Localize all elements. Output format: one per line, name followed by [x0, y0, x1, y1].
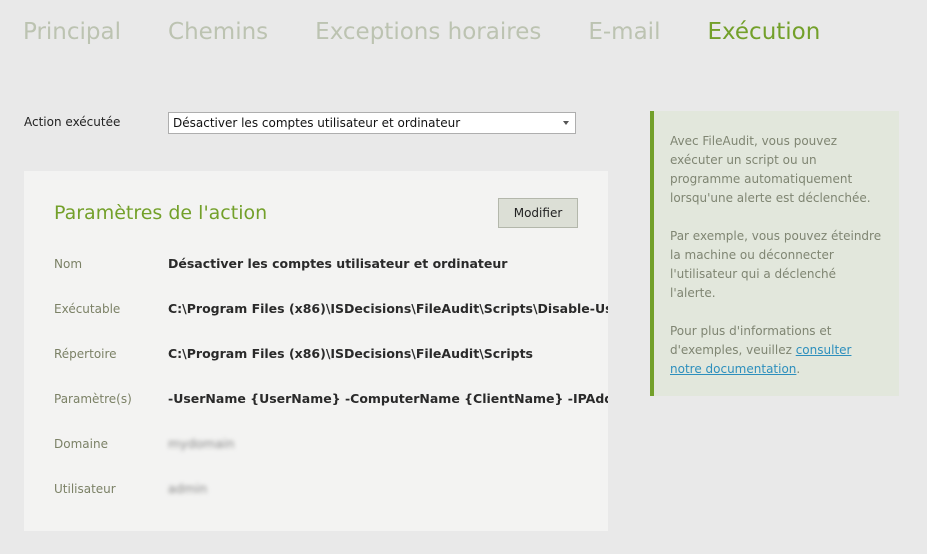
dropdown-arrow-icon — [563, 121, 569, 125]
tab-bar: Principal Chemins Exceptions horaires E-… — [23, 16, 867, 48]
tab-email[interactable]: E-mail — [588, 16, 660, 48]
param-value: admin — [168, 481, 208, 496]
param-label: Nom — [54, 257, 83, 271]
param-label: Domaine — [54, 437, 108, 451]
action-parameters-panel: Paramètres de l'action Modifier Nom Désa… — [24, 171, 608, 531]
param-value: Désactiver les comptes utilisateur et or… — [168, 256, 508, 271]
info-text-end: . — [796, 362, 801, 376]
param-row-user: Utilisateur admin — [24, 481, 608, 502]
tab-chemins[interactable]: Chemins — [168, 16, 268, 48]
param-label: Répertoire — [54, 347, 117, 361]
action-label: Action exécutée — [24, 115, 121, 129]
action-select-value: Désactiver les comptes utilisateur et or… — [173, 116, 461, 130]
param-row-name: Nom Désactiver les comptes utilisateur e… — [24, 256, 608, 277]
param-row-directory: Répertoire C:\Program Files (x86)\ISDeci… — [24, 346, 608, 367]
param-value: C:\Program Files (x86)\ISDecisions\FileA… — [168, 346, 533, 361]
param-row-parameters: Paramètre(s) -UserName {UserName} -Compu… — [24, 391, 608, 412]
info-paragraph: Pour plus d'informations et d'exemples, … — [670, 322, 883, 379]
info-paragraph: Avec FileAudit, vous pouvez exécuter un … — [670, 134, 871, 205]
info-box: Avec FileAudit, vous pouvez exécuter un … — [650, 111, 899, 396]
modify-button[interactable]: Modifier — [498, 198, 578, 228]
tab-execution[interactable]: Exécution — [707, 16, 820, 48]
panel-title: Paramètres de l'action — [54, 202, 268, 224]
param-value: -UserName {UserName} -ComputerName {Clie… — [168, 391, 608, 406]
tab-principal[interactable]: Principal — [23, 16, 121, 48]
param-label: Exécutable — [54, 302, 121, 316]
param-value: C:\Program Files (x86)\ISDecisions\FileA… — [168, 301, 608, 316]
action-select[interactable]: Désactiver les comptes utilisateur et or… — [168, 112, 576, 134]
param-row-executable: Exécutable C:\Program Files (x86)\ISDeci… — [24, 301, 608, 322]
info-paragraph: Par exemple, vous pouvez éteindre la mac… — [670, 229, 882, 300]
param-row-domain: Domaine mydomain — [24, 436, 608, 457]
param-value: mydomain — [168, 436, 235, 451]
param-label: Utilisateur — [54, 482, 116, 496]
param-label: Paramètre(s) — [54, 392, 132, 406]
tab-exceptions-horaires[interactable]: Exceptions horaires — [315, 16, 541, 48]
